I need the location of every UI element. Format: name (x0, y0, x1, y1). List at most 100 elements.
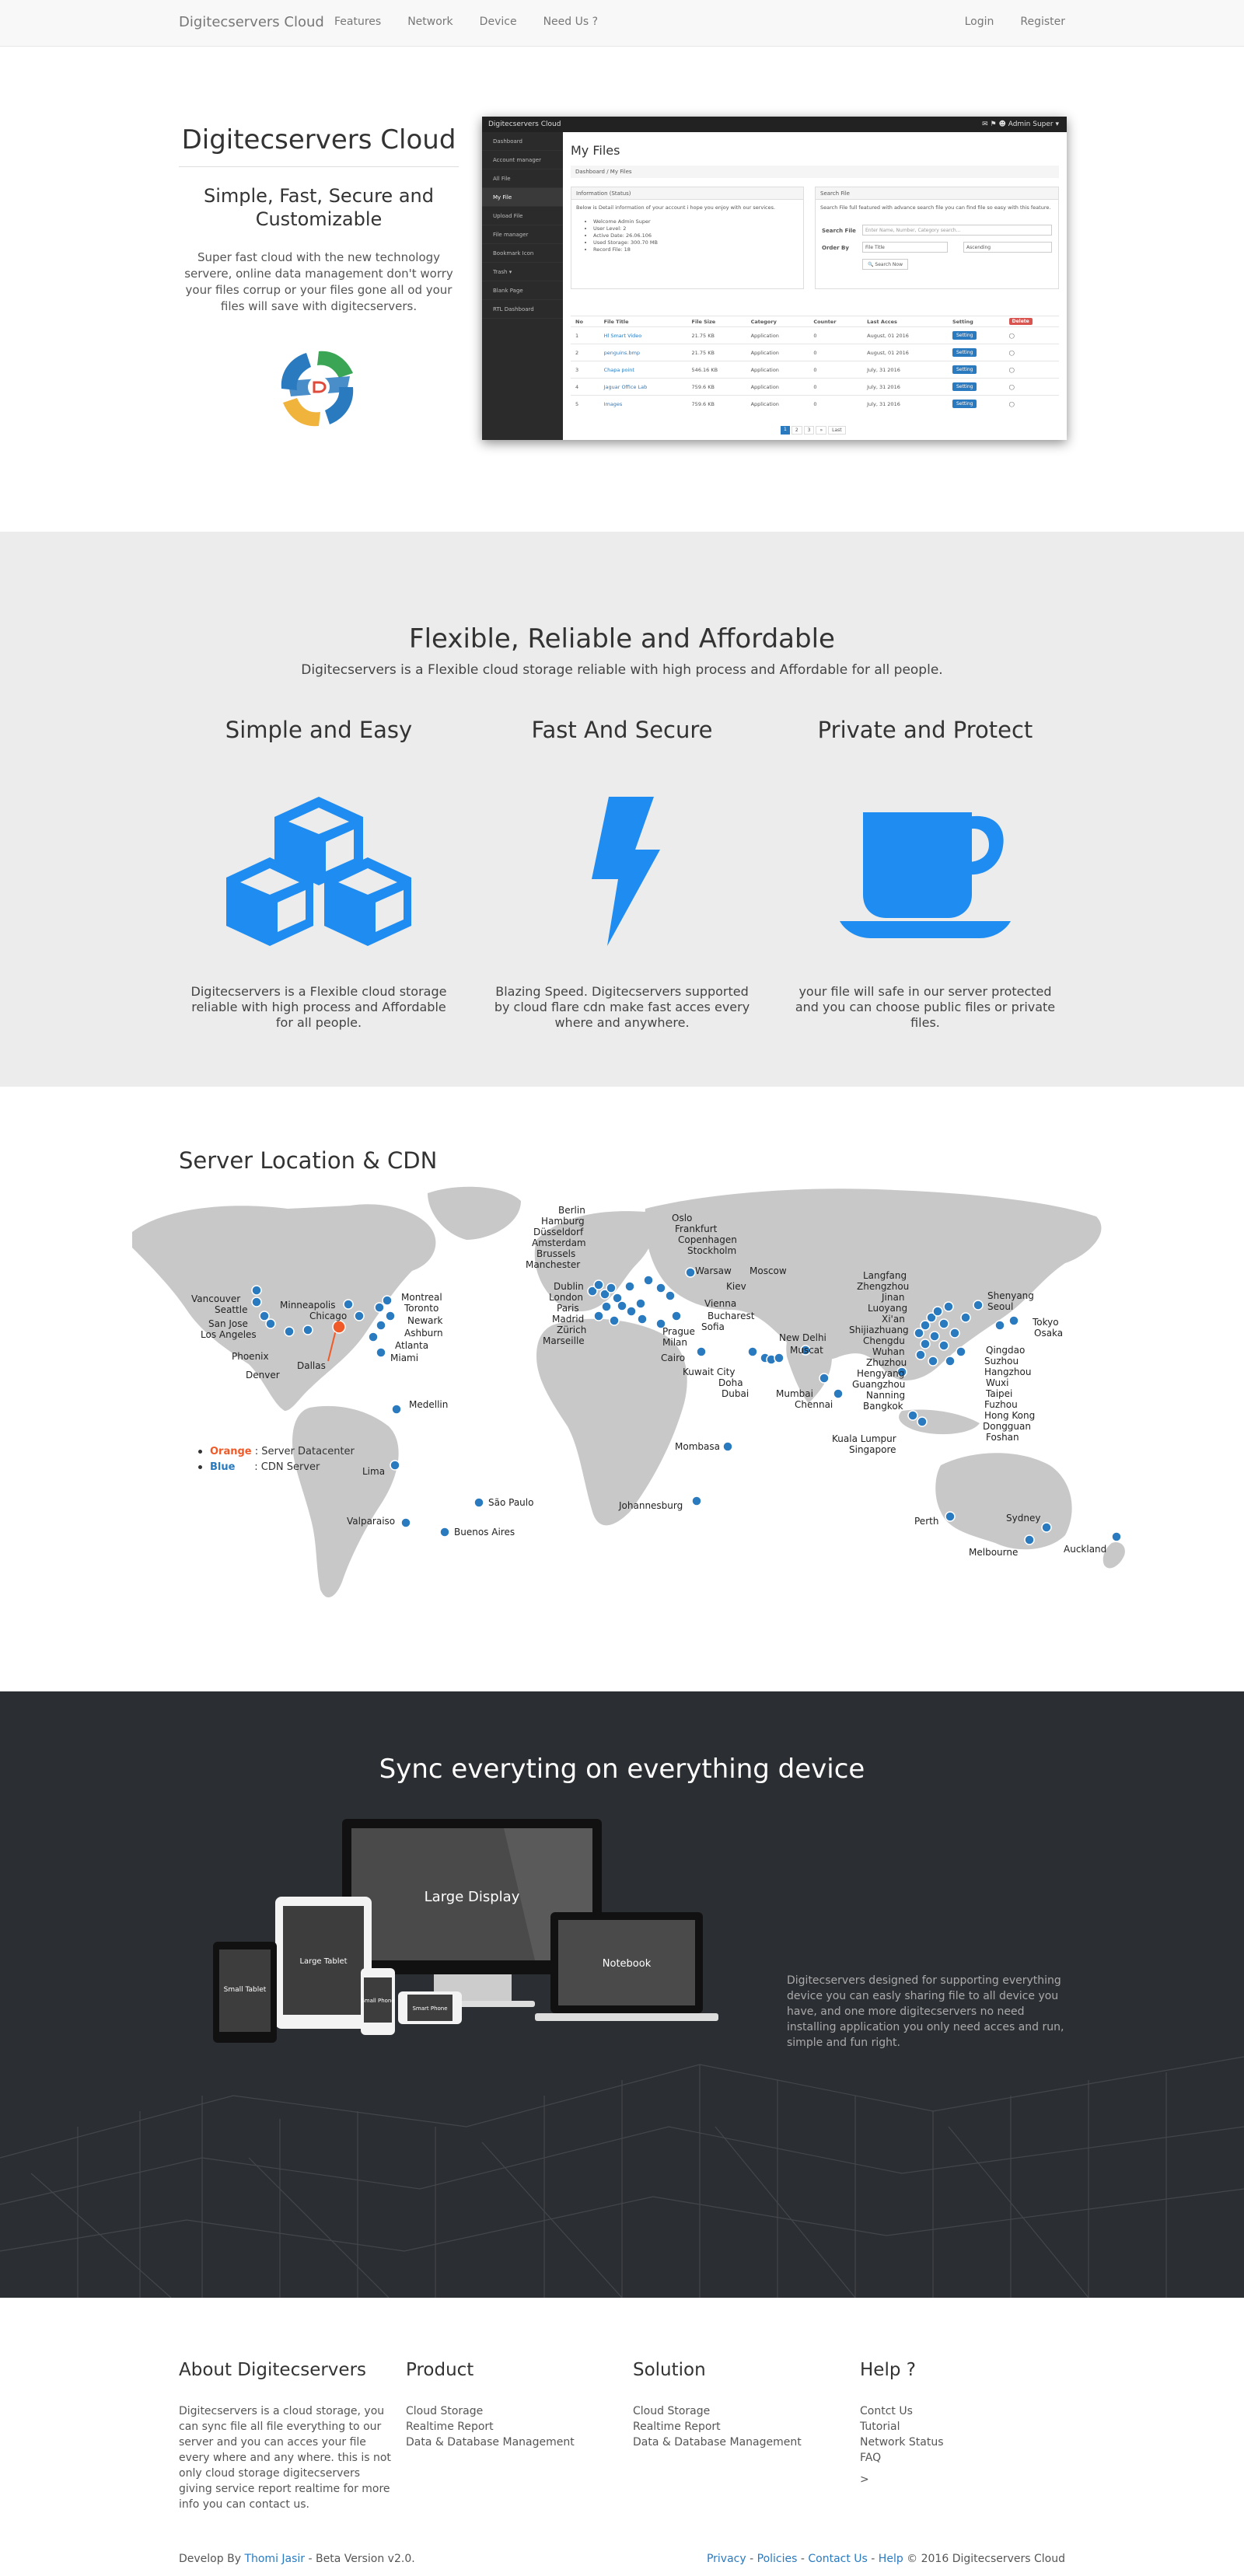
file-link[interactable]: Hl Smart Video (599, 326, 687, 344)
brand-link[interactable]: Digitecservers Cloud (179, 14, 324, 30)
cell-counter: 0 (809, 344, 863, 361)
svg-text:Hong Kong: Hong Kong (984, 1410, 1035, 1421)
footer-more-link[interactable]: > (860, 2472, 1078, 2487)
setting-button[interactable]: Setting (952, 331, 977, 340)
app-sidebar-item: Blank Page (482, 281, 563, 300)
search-input[interactable]: Enter Name, Number, Category search... (862, 225, 1052, 236)
copyright: © 2016 Digitecservers Cloud (907, 2553, 1065, 2565)
feature-text: Blazing Speed. Digitecservers supported … (494, 984, 750, 1030)
file-link[interactable]: Images (599, 395, 687, 413)
footer-link[interactable]: Cloud Storage (633, 2403, 851, 2419)
order-label: Order By (822, 245, 849, 251)
cell-no: 3 (571, 361, 599, 379)
nav-need-us[interactable]: Need Us ? (543, 16, 598, 28)
footer-link[interactable]: Network Status (860, 2435, 1078, 2450)
login-link[interactable]: Login (965, 16, 994, 28)
svg-text:Guangzhou: Guangzhou (852, 1379, 905, 1390)
svg-text:Kiev: Kiev (726, 1281, 746, 1292)
footer-link[interactable]: Tutorial (860, 2419, 1078, 2435)
col-title: File Title (599, 316, 687, 327)
search-now-button[interactable]: 🔍 Search Now (862, 259, 908, 270)
order-select[interactable]: File Title (862, 242, 948, 253)
footer-link[interactable]: FAQ (860, 2450, 1078, 2466)
svg-text:Minneapolis: Minneapolis (280, 1300, 336, 1311)
svg-text:Wuxi: Wuxi (986, 1377, 1008, 1388)
table-row: 1 Hl Smart Video 21.75 KB Application 0 … (571, 326, 1059, 344)
search-panel-title: Search File (816, 187, 1058, 200)
page-last[interactable]: Last (828, 426, 846, 435)
app-sidebar-item: Dashboard (482, 132, 563, 151)
footer-link[interactable]: Realtime Report (633, 2419, 851, 2435)
row-checkbox[interactable]: ◯ (1004, 344, 1059, 361)
nav-features[interactable]: Features (334, 16, 381, 28)
svg-text:Luoyang: Luoyang (868, 1303, 907, 1314)
files-table: No File Title File Size Category Counter… (571, 316, 1059, 413)
setting-button[interactable]: Setting (952, 382, 977, 391)
footer-product: Product Cloud Storage Realtime Report Da… (406, 2360, 624, 2450)
page-1[interactable]: 1 (781, 426, 790, 435)
svg-text:Johannesburg: Johannesburg (618, 1500, 683, 1511)
footer-link[interactable]: Cloud Storage (406, 2403, 624, 2419)
svg-text:Taipei: Taipei (985, 1388, 1012, 1399)
app-sidebar-item: Account manager (482, 151, 563, 169)
developer-link[interactable]: Thomi Jasir (244, 2553, 305, 2565)
register-link[interactable]: Register (1020, 16, 1065, 28)
footer-link[interactable]: Contct Us (860, 2403, 1078, 2419)
cell-size: 546.16 KB (687, 361, 746, 379)
svg-text:Amsterdam: Amsterdam (532, 1237, 586, 1248)
policies-link[interactable]: Policies (757, 2553, 798, 2565)
footer-link[interactable]: Data & Database Management (633, 2435, 851, 2450)
file-link[interactable]: penguins.bmp (599, 344, 687, 361)
app-breadcrumb: Dashboard / My Files (571, 166, 1059, 178)
page-2[interactable]: 2 (791, 426, 802, 435)
svg-text:Seattle: Seattle (215, 1304, 247, 1315)
coffee-cup-icon (840, 812, 1011, 938)
feature-title: Private and Protect (817, 717, 1033, 743)
app-title: Digitecservers Cloud (488, 120, 561, 128)
setting-button[interactable]: Setting (952, 348, 977, 357)
sync-description: Digitecservers designed for supporting e… (787, 1974, 1064, 2049)
row-checkbox[interactable]: ◯ (1004, 361, 1059, 379)
svg-text:Dubai: Dubai (722, 1388, 749, 1399)
setting-button[interactable]: Setting (952, 400, 977, 409)
footer-link[interactable]: Realtime Report (406, 2419, 624, 2435)
svg-text:Nanning: Nanning (866, 1390, 905, 1401)
nav-device[interactable]: Device (480, 16, 517, 28)
info-item: Record File: 18 (593, 246, 803, 253)
svg-text:Toronto: Toronto (404, 1303, 439, 1314)
device-label: Small Phone (361, 1998, 394, 2004)
svg-text:Zürich: Zürich (557, 1325, 586, 1335)
file-link[interactable]: Chapa point (599, 361, 687, 379)
svg-text:Hamburg: Hamburg (541, 1216, 585, 1227)
app-sidebar-item: Upload File (482, 207, 563, 225)
sort-select[interactable]: Ascending (963, 242, 1052, 253)
svg-text:Foshan: Foshan (986, 1432, 1019, 1443)
footer-about-text: Digitecservers is a cloud storage, you c… (179, 2405, 391, 2511)
cell-last: August, 01 2016 (862, 344, 948, 361)
svg-text:Wuhan: Wuhan (872, 1346, 905, 1357)
sync-title: Sync everyting on everything device (379, 1754, 865, 1785)
nav-network[interactable]: Network (407, 16, 453, 28)
svg-text:Moscow: Moscow (750, 1265, 787, 1276)
page-next[interactable]: » (816, 426, 827, 435)
file-link[interactable]: Jaguar Office Lab (599, 378, 687, 396)
col-setting: Setting (947, 316, 1005, 327)
help-link[interactable]: Help (879, 2553, 903, 2565)
page-3[interactable]: 3 (803, 426, 815, 435)
svg-text:New Delhi: New Delhi (779, 1332, 826, 1343)
continents (132, 1186, 1125, 1598)
row-checkbox[interactable]: ◯ (1004, 395, 1059, 413)
cell-counter: 0 (809, 361, 863, 379)
privacy-link[interactable]: Privacy (707, 2553, 746, 2565)
footer-link[interactable]: Data & Database Management (406, 2435, 624, 2450)
contact-link[interactable]: Contact Us (808, 2553, 867, 2565)
cell-setting: Setting (947, 361, 1005, 379)
setting-button[interactable]: Setting (952, 365, 977, 374)
row-checkbox[interactable]: ◯ (1004, 326, 1059, 344)
svg-text:Kuwait City: Kuwait City (683, 1367, 735, 1377)
delete-selected-button[interactable]: Delete (1008, 318, 1033, 325)
svg-text:Vienna: Vienna (704, 1298, 736, 1309)
svg-text:Mombasa: Mombasa (675, 1441, 720, 1452)
hero-description: Super fast cloud with the new technology… (184, 250, 453, 313)
row-checkbox[interactable]: ◯ (1004, 378, 1059, 396)
